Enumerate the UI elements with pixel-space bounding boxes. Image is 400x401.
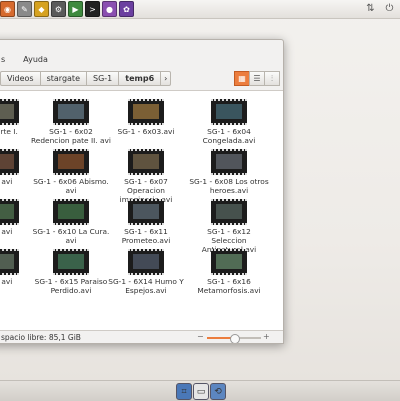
menu-item-view[interactable]: s [0,53,13,67]
file-item[interactable]: SG-1 - 6x03.avi [106,99,186,136]
breadcrumb-temp6[interactable]: temp6 [118,71,162,86]
file-name: SG-1 - 6x04 Congelada.avi [202,127,256,145]
menu-item-help[interactable]: Ayuda [13,53,56,67]
video-thumbnail [53,199,89,225]
video-thumbnail [128,199,164,225]
network-icon[interactable]: ⇅ [364,1,377,15]
video-thumbnail [128,249,164,275]
file-name: SG-1 - 6x03.avi [117,127,175,136]
file-name: SG-1 - 6x11 Prometeo.avi [121,227,171,245]
video-thumbnail [0,149,19,175]
bottom-panel: ⌗ ▭ ⟲ [0,380,400,401]
window-list-icon[interactable]: ▭ [193,383,209,400]
toolbar: Videos stargate SG-1 temp6 › ▦ ☰ ⫶ [0,69,283,89]
zoom-slider-handle[interactable] [230,334,240,343]
file-item[interactable]: SG-1 - 6X14 Humo Y Espejos.avi [106,249,186,295]
workspace-icon[interactable]: ⌗ [176,383,192,400]
file-name: SG-1 - 6x15 Paraiso Perdido.avi [34,277,108,295]
free-space-label: spacio libre: 85,1 GiB [1,333,81,342]
compact-view-button[interactable]: ⫶ [264,71,280,86]
grid-icon: ▦ [238,74,246,83]
file-item[interactable]: SG-1 - 6x08 Los otros heroes.avi [189,149,269,195]
icon-view-button[interactable]: ▦ [234,71,250,86]
file-item[interactable]: SG-1 - 6x07 Operacion imaginaria.avi [106,149,186,204]
file-name: SG-1 - 6x02 Redencion pate II. avi [31,127,111,145]
file-item[interactable]: SG-1 - 6x06 Abismo. avi [31,149,111,195]
file-manager-window: s Ayuda Videos stargate SG-1 temp6 › ▦ ☰… [0,39,284,344]
list-icon: ☰ [253,74,261,83]
breadcrumb-stargate[interactable]: stargate [39,71,87,86]
breadcrumb-next-button[interactable]: › [160,71,172,86]
zoom-in-button[interactable]: + [263,332,270,341]
video-thumbnail [128,149,164,175]
video-thumbnail [211,199,247,225]
view-switcher: ▦ ☰ ⫶ [234,71,280,86]
media-player-icon[interactable]: ▶ [68,1,83,17]
video-thumbnail [53,99,89,125]
file-item[interactable]: SG-1 - 6x04 Congelada.avi [189,99,269,145]
status-bar: spacio libre: 85,1 GiB − + [0,330,283,343]
video-thumbnail [128,99,164,125]
trash-icon[interactable]: ⟲ [210,383,226,400]
breadcrumb-sg1[interactable]: SG-1 [86,71,120,86]
breadcrumb-videos[interactable]: Videos [0,71,41,86]
top-panel: ◉ ✎ ◆ ⚙ ▶ > ● ✿ ⇅ ⏻ [0,0,400,19]
file-item[interactable]: SG-1 - 6x11 Prometeo.avi [106,199,186,245]
file-name: SG-1 - 6x08 Los otros heroes.avi [189,177,269,195]
firefox-icon[interactable]: ◉ [0,1,15,17]
system-tray: ⇅ ⏻ [364,1,396,15]
video-thumbnail [211,149,247,175]
video-thumbnail [0,99,19,125]
game-icon[interactable]: ◆ [34,1,49,17]
video-thumbnail [0,199,19,225]
video-thumbnail [53,249,89,275]
terminal-icon[interactable]: > [85,1,100,17]
zoom-slider[interactable] [207,334,261,343]
file-item[interactable]: SG-1 - 6x16 Metamorfosis.avi [189,249,269,295]
zoom-out-button[interactable]: − [197,332,204,341]
breadcrumb: Videos stargate SG-1 temp6 › [0,71,172,86]
session-icon[interactable]: ⏻ [383,1,396,15]
columns-icon: ⫶ [271,73,273,83]
file-item[interactable]: SG-1 - 6x15 Paraiso Perdido.avi [31,249,111,295]
file-name: SG-1 - 6x10 La Cura. avi [32,227,110,245]
settings-icon[interactable]: ⚙ [51,1,66,17]
file-item[interactable]: SG-1 - 6x10 La Cura. avi [31,199,111,245]
video-thumbnail [211,99,247,125]
launcher-bar: ◉ ✎ ◆ ⚙ ▶ > ● ✿ [0,1,134,17]
menu-bar: s Ayuda [0,53,283,67]
file-item[interactable]: SG-1 - 6x02 Redencion pate II. avi [31,99,111,145]
app-purple-icon[interactable]: ● [102,1,117,17]
file-grid: 01 arte I.SG-1 - 6x02 Redencion pate II.… [0,90,283,331]
list-view-button[interactable]: ☰ [249,71,265,86]
video-thumbnail [0,249,19,275]
file-name: SG-1 - 6x06 Abismo. avi [33,177,109,195]
file-item[interactable]: SG-1 - 6x12 Seleccion Antinatural.avi [189,199,269,254]
video-thumbnail [53,149,89,175]
text-editor-icon[interactable]: ✎ [17,1,32,17]
file-name: SG-1 - 6X14 Humo Y Espejos.avi [108,277,184,295]
pidgin-icon[interactable]: ✿ [119,1,134,17]
video-thumbnail [211,249,247,275]
file-name: SG-1 - 6x16 Metamorfosis.avi [197,277,261,295]
